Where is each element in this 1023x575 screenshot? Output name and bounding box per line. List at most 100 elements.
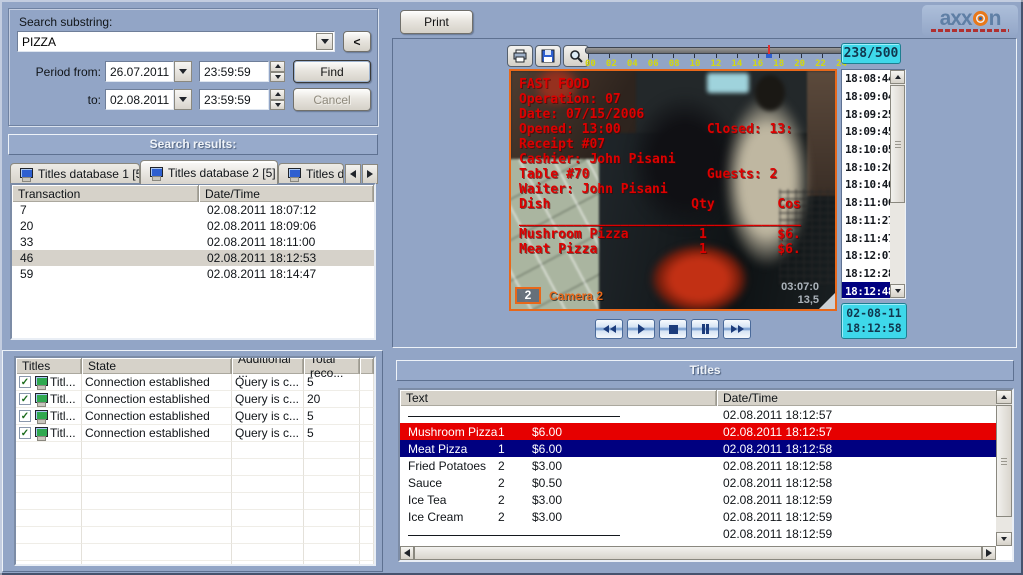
search-dropdown-button[interactable] — [316, 33, 333, 50]
time-to-spinner[interactable]: 23:59:59 — [199, 89, 285, 110]
column-header-datetime[interactable]: Date/Time — [199, 185, 374, 202]
search-substring-combobox[interactable] — [17, 31, 335, 52]
checkbox-checked-icon[interactable]: ✓ — [19, 410, 31, 422]
scroll-down-button[interactable] — [996, 532, 1012, 546]
timeline-tick — [716, 54, 717, 58]
tab-scroll-right-button[interactable] — [362, 164, 378, 184]
title-row[interactable]: Mushroom Pizza1$6.0002.08.2011 18:12:57 — [400, 423, 996, 440]
checkbox-checked-icon[interactable]: ✓ — [19, 427, 31, 439]
scroll-up-button[interactable] — [996, 390, 1012, 404]
spin-up-button[interactable] — [270, 61, 285, 72]
title-row[interactable]: 02.08.2011 18:12:59 — [400, 525, 996, 542]
timestamp-item[interactable]: 18:09:04 — [842, 88, 890, 106]
column-header-datetime[interactable]: Date/Time — [717, 390, 1012, 406]
collapse-button[interactable]: < — [343, 31, 371, 52]
spin-down-button[interactable] — [270, 100, 285, 111]
date-to-picker[interactable]: 02.08.2011 — [105, 89, 192, 110]
print-frame-button[interactable] — [507, 45, 533, 67]
scrollbar-thumb[interactable] — [414, 546, 982, 560]
search-result-row[interactable]: 5902.08.2011 18:14:47 — [12, 266, 374, 282]
text-cell: Mushroom Pizza1$6.00 — [400, 423, 717, 440]
search-result-row[interactable]: 4602.08.2011 18:12:53 — [12, 250, 374, 266]
timestamp-item[interactable]: 18:12:48 — [842, 282, 890, 298]
timestamp-item[interactable]: 18:10:05 — [842, 141, 890, 159]
spin-up-button[interactable] — [270, 89, 285, 100]
cancel-button[interactable]: Cancel — [293, 88, 371, 111]
date-from-value[interactable]: 26.07.2011 — [105, 61, 174, 82]
time-from-spinner[interactable]: 23:59:59 — [199, 61, 285, 82]
text-cell: Meat Pizza1$6.00 — [400, 440, 717, 457]
print-button[interactable]: Print — [400, 10, 473, 34]
timestamp-item[interactable]: 18:09:45 — [842, 123, 890, 141]
timeline-bar[interactable] — [585, 47, 847, 54]
step-forward-button[interactable] — [723, 319, 751, 339]
column-header-state[interactable]: State — [82, 358, 232, 374]
timestamp-item[interactable]: 18:12:07 — [842, 247, 890, 265]
search-result-row[interactable]: 702.08.2011 18:07:12 — [12, 202, 374, 218]
column-header-transaction[interactable]: Transaction — [12, 185, 199, 202]
search-input[interactable] — [19, 33, 317, 50]
tab-titles-database-1[interactable]: Titles database 1 [5] — [10, 163, 140, 184]
database-row[interactable]: ✓Titl...Connection establishedQuery is c… — [16, 425, 374, 442]
timestamp-item[interactable]: 18:10:26 — [842, 158, 890, 176]
search-result-row[interactable]: 2002.08.2011 18:09:06 — [12, 218, 374, 234]
resize-grip-icon[interactable] — [819, 293, 835, 309]
column-header-additional[interactable]: Additional ... — [232, 358, 304, 374]
title-row[interactable]: Ice Cream2$3.0002.08.2011 18:12:59 — [400, 508, 996, 525]
item-name: Fried Potatoes — [408, 459, 486, 473]
timestamp-item[interactable]: 18:11:47 — [842, 229, 890, 247]
scrollbar-thumb[interactable] — [890, 85, 905, 203]
timestamp-item[interactable]: 18:10:46 — [842, 176, 890, 194]
column-header-total-records[interactable]: Total reco... — [304, 358, 360, 374]
search-result-row[interactable]: 3302.08.2011 18:11:00 — [12, 234, 374, 250]
scroll-up-button[interactable] — [890, 70, 905, 84]
empty-cell — [360, 391, 374, 408]
timeline-tick-label: 00 — [585, 59, 596, 69]
play-button[interactable] — [627, 319, 655, 339]
title-row[interactable]: Sauce2$0.5002.08.2011 18:12:58 — [400, 474, 996, 491]
date-from-picker[interactable]: 26.07.2011 — [105, 61, 192, 82]
item-price: $0.50 — [532, 476, 562, 490]
database-row[interactable]: ✓Titl...Connection establishedQuery is c… — [16, 374, 374, 391]
scrollbar-thumb[interactable] — [996, 405, 1012, 517]
database-row[interactable]: ✓Titl...Connection establishedQuery is c… — [16, 408, 374, 425]
title-row[interactable]: Fried Potatoes2$3.0002.08.2011 18:12:58 — [400, 457, 996, 474]
titles-vertical-scrollbar[interactable] — [996, 390, 1012, 546]
timestamp-item[interactable]: 18:12:28 — [842, 265, 890, 283]
find-button[interactable]: Find — [293, 60, 371, 83]
column-header-text[interactable]: Text — [400, 390, 717, 406]
timestamp-item[interactable]: 18:09:25 — [842, 105, 890, 123]
timestamp-item[interactable]: 18:11:06 — [842, 194, 890, 212]
title-row[interactable]: 02.08.2011 18:12:57 — [400, 406, 996, 423]
date-to-dropdown-button[interactable] — [174, 89, 192, 110]
timestamps-scrollbar[interactable] — [890, 70, 905, 298]
time-from-value[interactable]: 23:59:59 — [199, 61, 269, 82]
title-row[interactable]: Meat Pizza1$6.0002.08.2011 18:12:58 — [400, 440, 996, 457]
step-back-button[interactable] — [595, 319, 623, 339]
save-frame-button[interactable] — [535, 45, 561, 67]
empty-row — [16, 510, 374, 527]
scroll-left-button[interactable] — [400, 546, 414, 560]
pause-button[interactable] — [691, 319, 719, 339]
time-to-value[interactable]: 23:59:59 — [199, 89, 269, 110]
spin-down-button[interactable] — [270, 72, 285, 83]
database-row[interactable]: ✓Titl...Connection establishedQuery is c… — [16, 391, 374, 408]
timestamp-item[interactable]: 18:08:44 — [842, 70, 890, 88]
date-to-value[interactable]: 02.08.2011 — [105, 89, 174, 110]
titles-horizontal-scrollbar[interactable] — [400, 546, 996, 560]
date-from-dropdown-button[interactable] — [174, 61, 192, 82]
scroll-down-button[interactable] — [890, 284, 905, 298]
empty-cell — [360, 425, 374, 442]
tab-scroll-left-button[interactable] — [345, 164, 361, 184]
timestamp-item[interactable]: 18:11:27 — [842, 212, 890, 230]
checkbox-checked-icon[interactable]: ✓ — [19, 393, 31, 405]
scroll-right-button[interactable] — [982, 546, 996, 560]
stop-button[interactable] — [659, 319, 687, 339]
pause-icon — [702, 324, 705, 334]
checkbox-checked-icon[interactable]: ✓ — [19, 376, 31, 388]
tab-titles-database-3[interactable]: Titles dat. — [278, 163, 344, 184]
column-header-titles[interactable]: Titles — [16, 358, 82, 374]
axxon-o-icon — [973, 11, 988, 26]
tab-titles-database-2[interactable]: Titles database 2 [5] — [140, 160, 278, 184]
title-row[interactable]: Ice Tea2$3.0002.08.2011 18:12:59 — [400, 491, 996, 508]
